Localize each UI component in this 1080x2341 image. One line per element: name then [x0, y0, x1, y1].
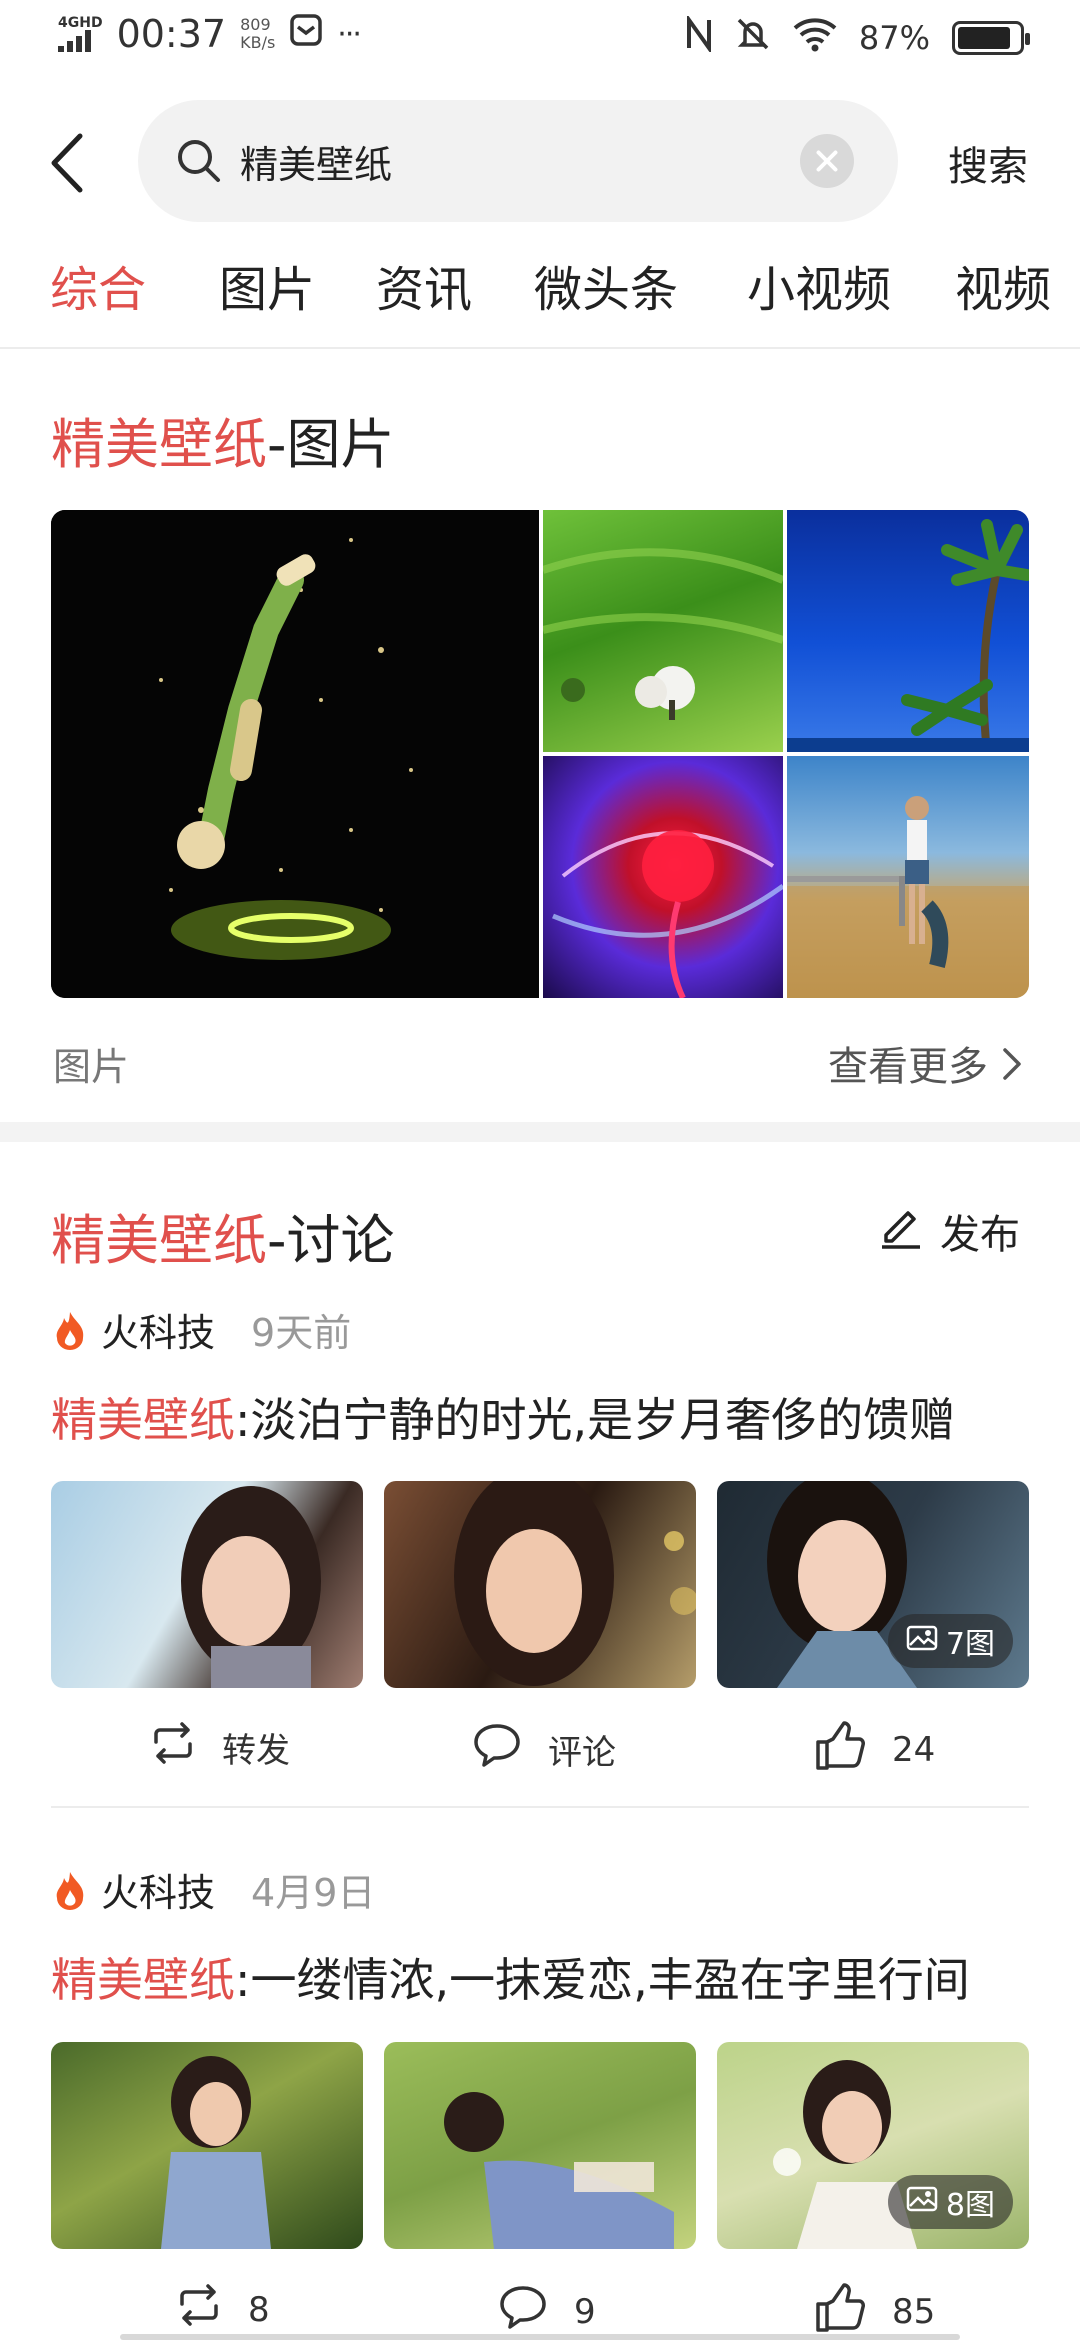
clock: 00:37: [116, 12, 227, 56]
post-text[interactable]: :淡泊宁静的时光,是岁月奢侈的馈赠: [235, 1393, 955, 1447]
mute-icon: [735, 16, 771, 60]
search-input[interactable]: 精美壁纸: [138, 100, 898, 222]
flame-icon: [53, 1870, 87, 1910]
gallery-image-neon-rose[interactable]: [543, 756, 783, 998]
post-image[interactable]: [51, 1481, 363, 1688]
post-image[interactable]: 8图: [717, 2042, 1029, 2249]
search-icon: [174, 136, 224, 186]
tab-micro-headlines[interactable]: 微头条: [534, 250, 678, 320]
tab-all[interactable]: 综合: [50, 250, 146, 320]
signal-bars-icon: [58, 30, 91, 52]
tab-short-videos[interactable]: 小视频: [747, 250, 891, 320]
flame-icon: [53, 1310, 87, 1350]
discussion-section-title: 精美壁纸-讨论: [51, 1196, 395, 1275]
post-keyword[interactable]: 精美壁纸: [51, 1953, 235, 2007]
repost-icon: [150, 1722, 196, 1773]
tab-images[interactable]: 图片: [219, 250, 315, 320]
image-icon: [906, 1624, 938, 1659]
repost-button[interactable]: 转发: [150, 1722, 290, 1773]
like-count: 24: [892, 1729, 936, 1770]
chevron-right-icon: [1001, 1046, 1023, 1092]
nfc-icon: [685, 13, 713, 60]
title-suffix: -讨论: [267, 1209, 395, 1272]
clear-icon[interactable]: [800, 134, 854, 188]
post-image[interactable]: [384, 2042, 696, 2249]
post-image[interactable]: [51, 2042, 363, 2249]
post-time: 9天前: [251, 1311, 352, 1355]
speed-unit: KB/s: [240, 33, 276, 52]
message-icon: [289, 12, 323, 56]
photo-count-badge: 7图: [887, 1614, 1013, 1668]
repost-button[interactable]: 8: [176, 2284, 270, 2335]
status-bar: 4GHD 00:37 809 KB/s ··· 87%: [0, 0, 1080, 80]
comment-label: 评论: [548, 1733, 616, 1773]
view-more-link[interactable]: 查看更多: [828, 1034, 1023, 1092]
speed-value: 809: [240, 15, 271, 34]
gallery-image-palm-sky[interactable]: [787, 510, 1029, 752]
tabs-divider: [0, 347, 1080, 349]
post-title[interactable]: 精美壁纸:一缕情浓,一抹爱恋,丰盈在字里行间: [51, 1944, 970, 2010]
photo-count: 8图: [945, 2188, 995, 2223]
comment-button[interactable]: 评论: [472, 1722, 616, 1777]
comment-icon: [472, 1722, 522, 1777]
title-keyword: 精美壁纸: [51, 413, 267, 476]
repost-label: 转发: [222, 1731, 290, 1771]
thumbs-up-icon: [814, 2282, 866, 2341]
comment-button[interactable]: 9: [498, 2284, 596, 2339]
repost-icon: [176, 2284, 222, 2335]
search-query[interactable]: 精美壁纸: [240, 134, 392, 189]
signal-indicator: 4GHD: [58, 16, 103, 52]
gallery-image-main[interactable]: [51, 510, 539, 998]
repost-count: 8: [248, 2289, 270, 2330]
like-count: 85: [892, 2291, 936, 2332]
post-image[interactable]: [384, 1481, 696, 1688]
publish-button[interactable]: 发布: [878, 1202, 1020, 1260]
search-button[interactable]: 搜索: [948, 134, 1028, 192]
image-icon: [906, 2185, 938, 2220]
tab-news[interactable]: 资讯: [376, 250, 472, 320]
gallery-image-green-field[interactable]: [543, 510, 783, 752]
gallery-image-field-woman[interactable]: [787, 756, 1029, 998]
post-author-row[interactable]: 火科技 4月9日: [53, 1862, 375, 1917]
more-notifications: ···: [337, 16, 362, 52]
view-more-label: 查看更多: [828, 1044, 988, 1090]
battery-icon: [952, 21, 1030, 55]
network-speed: 809 KB/s: [240, 16, 275, 52]
publish-label: 发布: [940, 1212, 1020, 1258]
images-footer-label: 图片: [53, 1045, 130, 1089]
tab-videos[interactable]: 视频: [955, 250, 1051, 320]
images-section-title: 精美壁纸-图片: [51, 400, 395, 479]
photo-count-badge: 8图: [887, 2175, 1013, 2229]
battery-percent: 87%: [858, 19, 930, 57]
post-title[interactable]: 精美壁纸:淡泊宁静的时光,是岁月奢侈的馈赠: [51, 1384, 955, 1450]
post-time: 4月9日: [251, 1871, 376, 1915]
like-button[interactable]: 85: [814, 2282, 935, 2341]
post-author[interactable]: 火科技: [101, 1302, 215, 1357]
title-suffix: -图片: [267, 413, 395, 476]
edit-icon: [878, 1203, 924, 1259]
post-author[interactable]: 火科技: [101, 1862, 215, 1917]
post-image[interactable]: 7图: [717, 1481, 1029, 1688]
post-keyword[interactable]: 精美壁纸: [51, 1393, 235, 1447]
network-type: 4GHD: [58, 15, 103, 31]
category-tabs: 综合 图片 资讯 微头条 小视频 视频: [0, 250, 1080, 346]
comment-icon: [498, 2284, 548, 2339]
thumbs-up-icon: [814, 1720, 866, 1779]
like-button[interactable]: 24: [814, 1720, 935, 1779]
photo-count: 7图: [945, 1627, 995, 1662]
scroll-indicator[interactable]: [120, 2334, 960, 2340]
back-button[interactable]: [44, 128, 92, 198]
wifi-icon: [793, 16, 837, 60]
section-separator: [0, 1122, 1080, 1142]
post-text[interactable]: :一缕情浓,一抹爱恋,丰盈在字里行间: [235, 1953, 970, 2007]
comment-count: 9: [574, 2291, 596, 2332]
post-divider: [51, 1806, 1029, 1808]
post-author-row[interactable]: 火科技 9天前: [53, 1302, 351, 1357]
title-keyword: 精美壁纸: [51, 1209, 267, 1272]
